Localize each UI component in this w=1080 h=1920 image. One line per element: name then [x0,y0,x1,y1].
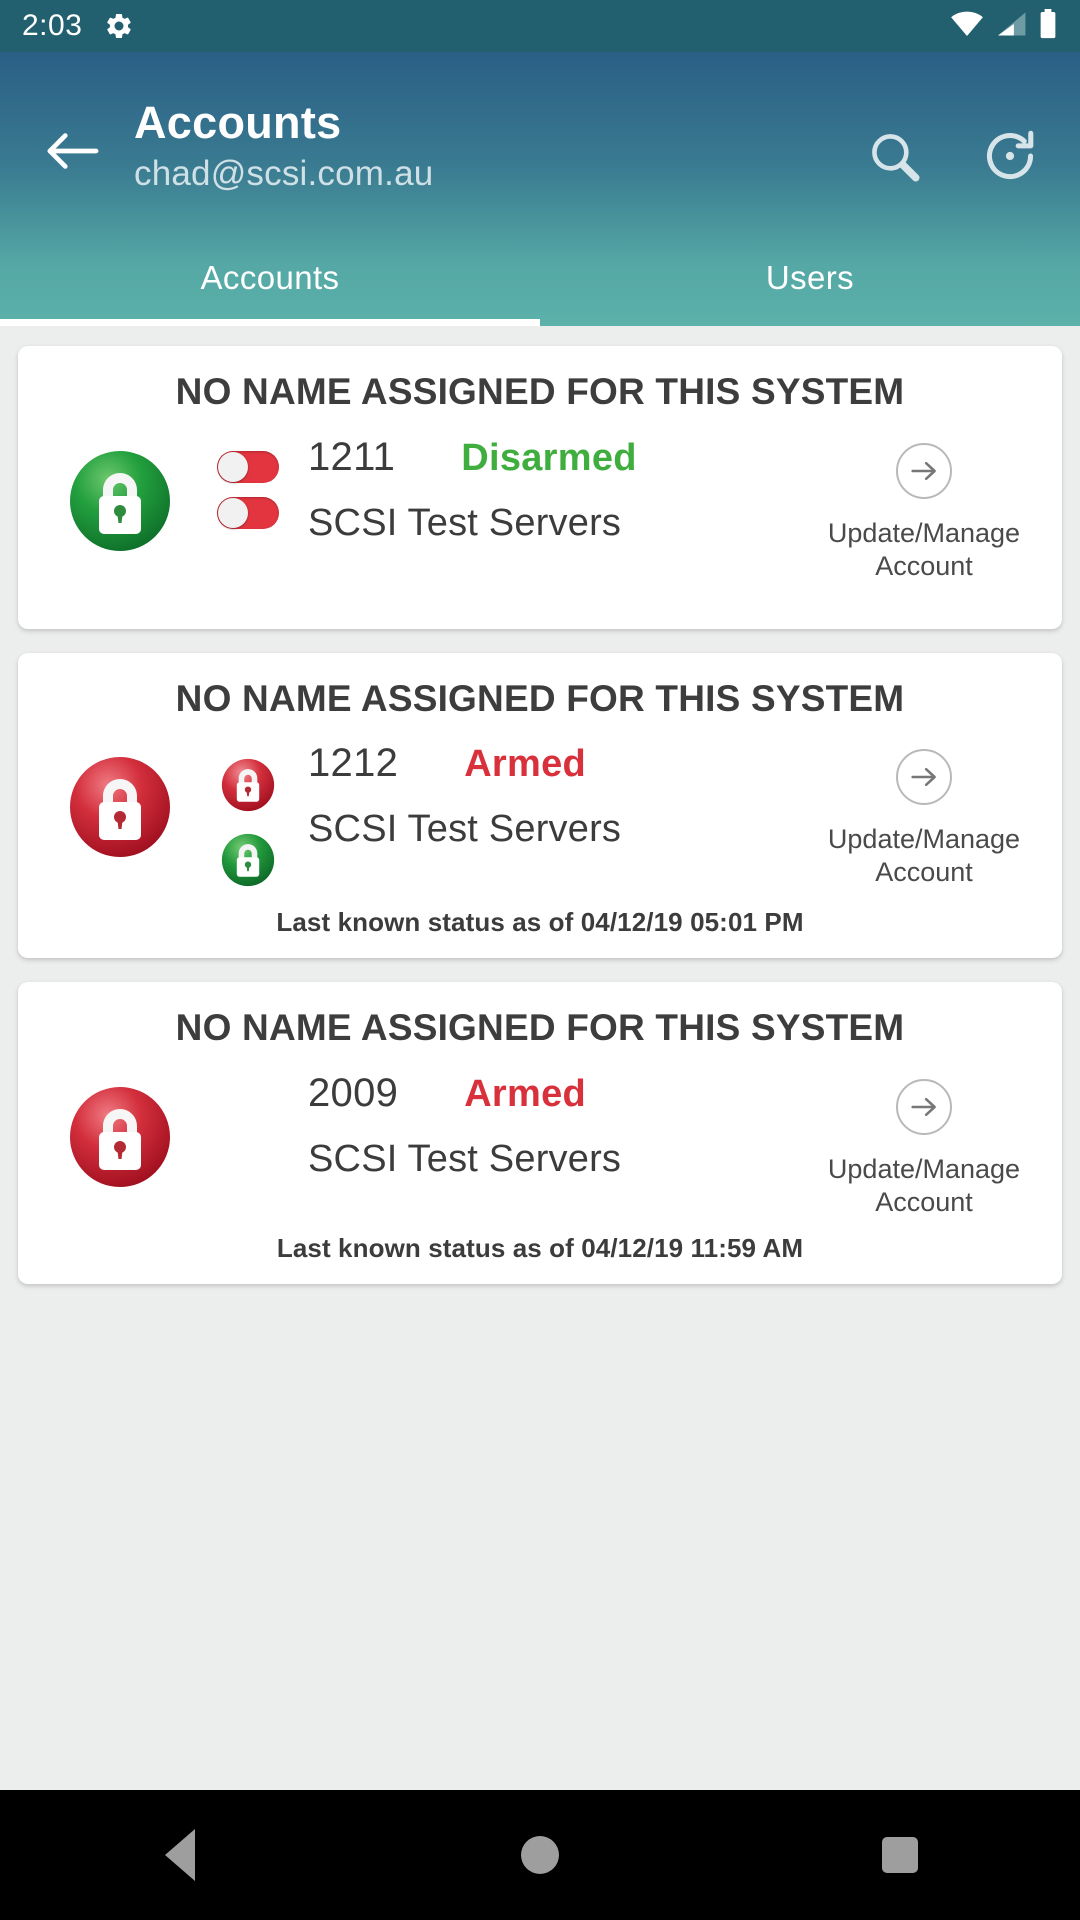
tab-bar: Accounts Users [0,230,1080,326]
refresh-button[interactable] [980,128,1040,188]
account-card[interactable]: NO NAME ASSIGNED FOR THIS SYSTEM [18,652,1062,959]
gear-icon [104,11,134,41]
account-card-title: NO NAME ASSIGNED FOR THIS SYSTEM [175,371,905,412]
account-number: 1212 [308,741,399,786]
zone-indicator-list [216,450,280,529]
toggle-switch-red-icon[interactable] [217,496,279,529]
nav-recents-icon [882,1837,918,1873]
tab-accounts[interactable]: Accounts [0,230,540,326]
search-icon [865,127,923,190]
page-title: Accounts [134,97,342,148]
nav-home-icon [521,1836,559,1874]
manage-account-button[interactable]: Update/Manage Account [808,749,1040,889]
manage-label-line1: Update/Manage [827,824,1021,855]
account-site-name: SCSI Test Servers [308,1137,622,1180]
manage-label-line1: Update/Manage [827,1153,1021,1184]
manage-account-button[interactable]: Update/Manage Account [808,1078,1040,1219]
status-bar-indicators [950,8,1058,44]
manage-account-label: Update/Manage Account [828,823,1020,889]
cellular-icon [995,11,1027,42]
manage-label-line1: Update/Manage [827,517,1021,548]
status-bar-clock: 2:03 [22,9,83,42]
lock-closed-red-icon[interactable] [220,757,276,818]
partition-indicator-list [216,757,280,893]
arrow-right-circle-icon [896,442,952,499]
account-number: 1211 [308,434,396,479]
battery-icon [1038,8,1058,44]
last-known-status: Last known status as of 04/12/19 05:01 P… [276,907,804,938]
wifi-icon [950,11,984,42]
account-info: 1212 Armed SCSI Test Servers [308,741,808,851]
lock-closed-green-icon[interactable] [220,832,276,893]
toggle-switch-red-icon[interactable] [217,450,279,483]
tab-indicator [0,319,540,326]
manage-label-line2: Account [875,550,973,581]
account-state: Disarmed [461,436,637,479]
account-info: 2009 Armed SCSI Test Servers [308,1071,808,1181]
account-state: Armed [464,743,587,786]
lock-closed-red-icon [68,1085,172,1189]
account-site-name: SCSI Test Servers [308,501,622,544]
arrow-right-circle-icon [896,1078,952,1135]
account-site-name: SCSI Test Servers [308,808,622,851]
app-bar-actions [864,128,1054,188]
account-number: 2009 [308,1070,399,1115]
account-card-title: NO NAME ASSIGNED FOR THIS SYSTEM [175,677,905,719]
account-card[interactable]: NO NAME ASSIGNED FOR THIS SYSTEM [18,982,1062,1284]
search-button[interactable] [864,128,924,188]
manage-account-button[interactable]: Update/Manage Account [808,442,1040,583]
back-button[interactable] [40,120,106,186]
arrow-left-icon [46,129,100,178]
account-card-title: NO NAME ASSIGNED FOR THIS SYSTEM [175,1007,905,1049]
manage-label-line2: Account [875,1186,973,1217]
manage-account-label: Update/Manage Account [828,1153,1020,1219]
lock-closed-green-icon [68,449,172,553]
manage-label-line2: Account [875,857,973,888]
nav-back-icon [165,1829,195,1881]
manage-account-label: Update/Manage Account [828,517,1020,583]
account-state: Armed [464,1072,587,1115]
status-bar: 2:03 [0,0,1080,52]
app-bar-titles: Accounts chad@scsi.com.au [134,97,864,194]
nav-home-button[interactable] [480,1790,600,1920]
accounts-list[interactable]: NO NAME ASSIGNED FOR THIS SYSTEM 1211 Di… [0,326,1080,1790]
last-known-status: Last known status as of 04/12/19 11:59 A… [276,1232,804,1263]
android-nav-bar [0,1790,1080,1920]
arrow-right-circle-icon [896,749,952,806]
lock-closed-red-icon [68,755,172,859]
account-card[interactable]: NO NAME ASSIGNED FOR THIS SYSTEM [18,346,1062,629]
page-subtitle: chad@scsi.com.au [134,154,434,194]
phone-screen: 2:03 Accounts chad@scsi.com.au Accounts … [0,0,1080,1920]
account-info: 1211 Disarmed SCSI Test Servers [308,435,808,545]
nav-recents-button[interactable] [840,1790,960,1920]
nav-back-button[interactable] [120,1790,240,1920]
tab-users[interactable]: Users [540,230,1080,326]
refresh-icon [981,127,1039,190]
app-bar: Accounts chad@scsi.com.au Accounts Users [0,52,1080,326]
